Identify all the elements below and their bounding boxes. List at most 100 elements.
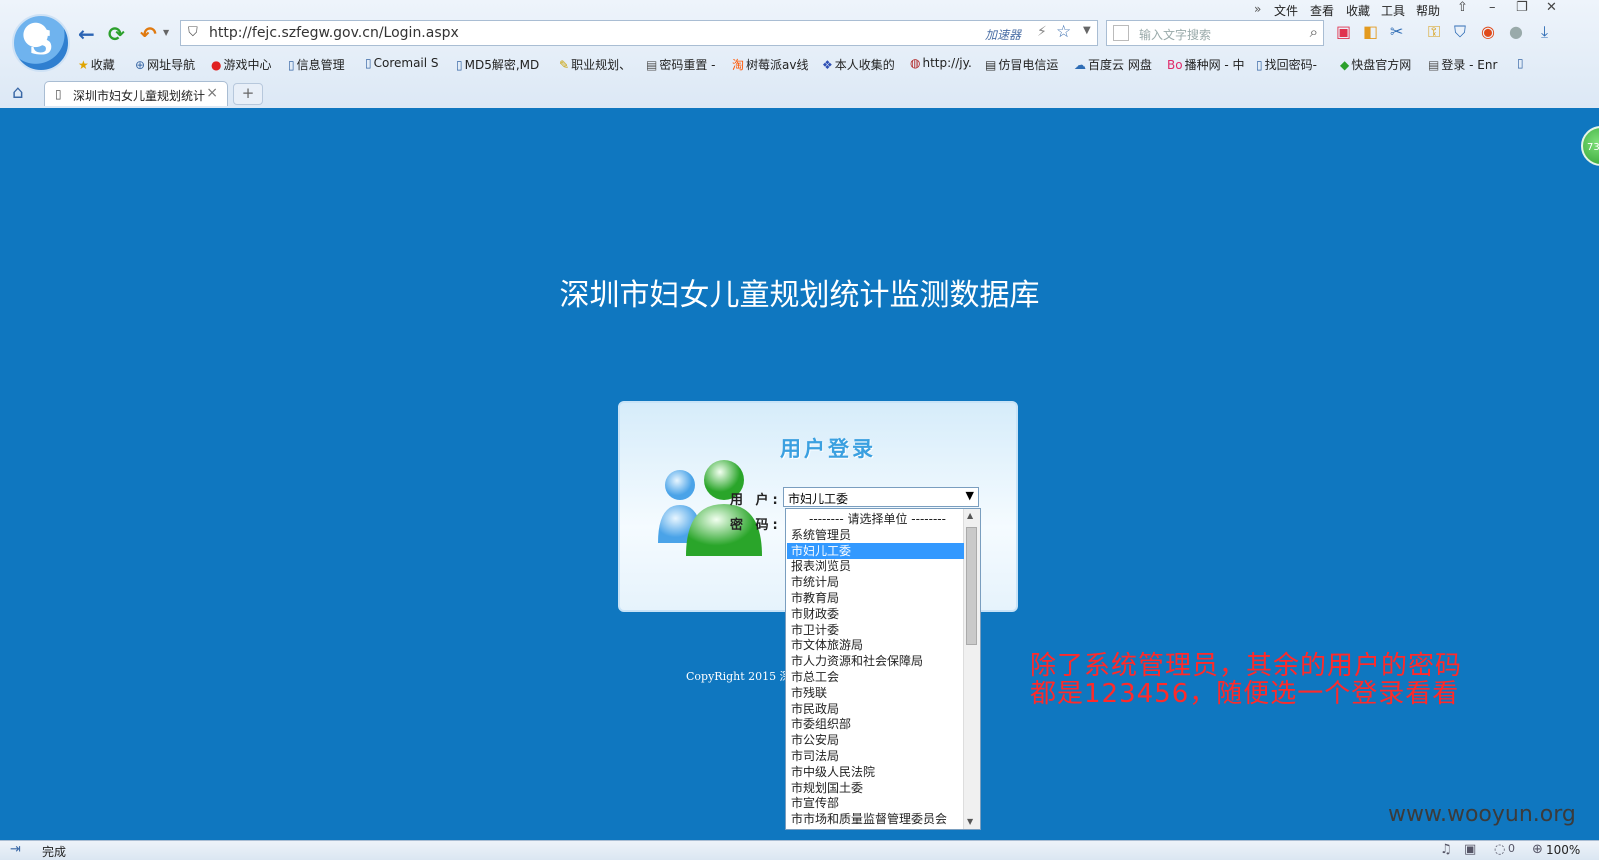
more-tools-icon[interactable]: ● xyxy=(1509,22,1523,41)
dropdown-option[interactable]: 市宣传部 xyxy=(787,795,964,811)
bookmark-item[interactable]: ▯ 找回密码- xyxy=(1256,56,1317,73)
chevron-down-icon[interactable]: ▼ xyxy=(966,489,974,502)
minimize-icon[interactable]: – xyxy=(1489,0,1496,15)
bookmark-item[interactable]: ★ 收藏 xyxy=(78,56,115,73)
bookmark-item[interactable]: ❖ 本人收集的 xyxy=(822,56,895,73)
bookmark-label: MD5解密,MD xyxy=(464,58,540,72)
dropdown-option[interactable]: -------- 请选择单位 -------- xyxy=(787,511,964,527)
shield-tool-icon[interactable]: ⛉ xyxy=(1454,22,1466,42)
bookmark-label: 职业规划、 xyxy=(571,58,632,72)
bookmark-item[interactable]: Bo 播种网 - 中 xyxy=(1167,56,1245,73)
password-label: 密 码: xyxy=(730,518,782,533)
zoom-icon[interactable]: ⊕ xyxy=(1532,842,1543,857)
address-url[interactable]: http://fejc.szfegw.gov.cn/Login.aspx xyxy=(209,25,459,41)
refresh-icon[interactable]: ⟳ xyxy=(108,22,125,46)
sound-icon[interactable]: ♫ xyxy=(1440,842,1452,857)
key-icon[interactable]: ⚿ xyxy=(1428,22,1440,42)
bookmark-item[interactable]: ◍ http://jy. xyxy=(910,56,972,70)
bookmark-overflow-icon[interactable]: ▯ xyxy=(1517,56,1526,70)
bookmark-item[interactable]: ● 游戏中心 xyxy=(211,56,272,73)
user-avatar-green-icon xyxy=(686,460,762,556)
dropdown-option[interactable]: 市卫计委 xyxy=(787,622,964,638)
dropdown-option[interactable]: 市公安局 xyxy=(787,732,964,748)
address-dropdown-icon[interactable]: ▼ xyxy=(1083,25,1091,36)
sidebar-toggle-icon[interactable]: ⇥ xyxy=(10,842,21,857)
download-icon[interactable]: ⤓ xyxy=(1541,22,1548,42)
scroll-up-icon[interactable]: ▲ xyxy=(967,511,973,520)
undo-icon[interactable]: ↶ xyxy=(140,22,157,46)
scissors-icon[interactable]: ✂ xyxy=(1390,22,1403,41)
undo-dropdown-icon[interactable]: ▼ xyxy=(163,28,169,37)
menu-file[interactable]: 文件 xyxy=(1274,2,1298,19)
dropdown-option[interactable]: 报表浏览员 xyxy=(787,558,964,574)
taobao-icon: 淘 xyxy=(732,58,745,72)
restore-icon[interactable]: ❐ xyxy=(1516,0,1528,15)
bookmark-item[interactable]: 淘树莓派av线 xyxy=(732,56,808,73)
bookmark-item[interactable]: ▤ 仿冒电信运 xyxy=(985,56,1058,73)
dropdown-option[interactable]: 市规划国土委 xyxy=(787,780,964,796)
page-title: 深圳市妇女儿童规划统计监测数据库 xyxy=(559,278,1040,313)
search-engine-icon[interactable] xyxy=(1113,25,1129,41)
menu-tools[interactable]: 工具 xyxy=(1381,2,1405,19)
bookmark-item[interactable]: ▯ MD5解密,MD xyxy=(456,56,539,73)
close-window-icon[interactable]: ✕ xyxy=(1546,0,1557,15)
scroll-down-icon[interactable]: ▼ xyxy=(967,817,973,826)
dropdown-option[interactable]: 市委组织部 xyxy=(787,716,964,732)
skin-icon[interactable]: ⇧ xyxy=(1457,0,1468,15)
user-select[interactable]: 市妇儿工委 ▼ xyxy=(783,487,979,507)
security-shield-icon: ⛉ xyxy=(188,25,198,40)
notes-tool-icon[interactable]: ◧ xyxy=(1363,22,1378,41)
bookmark-item[interactable]: ✎ 职业规划、 xyxy=(559,56,631,73)
image-icon: ▤ xyxy=(646,58,658,72)
dropdown-option[interactable]: 市文体旅游局 xyxy=(787,637,964,653)
lightning-icon[interactable]: ⚡ xyxy=(1037,24,1047,40)
address-bar[interactable]: ⛉ http://fejc.szfegw.gov.cn/Login.aspx 加… xyxy=(180,20,1098,46)
tab-active[interactable]: ▯ 深圳市妇女儿童规划统计 × xyxy=(44,81,228,106)
search-box[interactable]: 输入文字搜索 ⌕ xyxy=(1106,20,1324,46)
dropdown-option[interactable]: 市教育局 xyxy=(787,590,964,606)
menu-view[interactable]: 查看 xyxy=(1310,2,1334,19)
dropdown-option[interactable]: 市妇儿工委 xyxy=(787,542,964,559)
accelerator-button[interactable]: 加速器 xyxy=(985,26,1021,43)
weibo-icon[interactable]: ◉ xyxy=(1481,22,1495,41)
scrollbar-thumb[interactable] xyxy=(966,527,977,645)
bookmark-item[interactable]: ☁ 百度云 网盘 xyxy=(1074,56,1152,73)
side-float-badge[interactable]: 73 xyxy=(1581,126,1599,166)
dropdown-option[interactable]: 市市场和质量监督管理委员会 xyxy=(787,811,964,827)
dropdown-option[interactable]: 市中级人民法院 xyxy=(787,764,964,780)
dropdown-option[interactable]: 市民政局 xyxy=(787,701,964,717)
adblock-icon[interactable]: ◌ xyxy=(1494,842,1505,857)
menu-help[interactable]: 帮助 xyxy=(1416,2,1440,19)
dropdown-option[interactable]: 市统计局 xyxy=(787,574,964,590)
bookmark-item[interactable]: ◆ 快盘官方网 xyxy=(1340,56,1411,73)
zoom-level[interactable]: 100% xyxy=(1546,843,1580,857)
bookmark-item[interactable]: ▤ 密码重置 - xyxy=(646,56,716,73)
search-icon[interactable]: ⌕ xyxy=(1310,23,1318,41)
home-icon[interactable]: ⌂ xyxy=(12,82,23,103)
bookmark-item[interactable]: ▯ Coremail S xyxy=(365,56,439,70)
menu-favorites[interactable]: 收藏 xyxy=(1346,2,1370,19)
dropdown-option[interactable]: 市财政委 xyxy=(787,606,964,622)
user-select-value: 市妇儿工委 xyxy=(788,492,849,506)
user-select-dropdown[interactable]: ▲ ▼ -------- 请选择单位 -------- 系统管理员 市妇儿工委 报表浏… xyxy=(785,508,981,830)
back-arrow-icon[interactable]: ← xyxy=(78,22,95,46)
dropdown-option[interactable]: 系统管理员 xyxy=(787,527,964,543)
bookmark-item[interactable]: ▯ 信息管理 xyxy=(288,56,345,73)
dropdown-option[interactable]: 市人力资源和社会保障局 xyxy=(787,653,964,669)
screenshot-tool-icon[interactable]: ▣ xyxy=(1336,22,1351,41)
more-chevron-icon[interactable]: » xyxy=(1254,2,1261,16)
browser-logo-icon[interactable]: S xyxy=(12,14,70,72)
close-tab-icon[interactable]: × xyxy=(206,85,218,101)
screen-icon[interactable]: ▣ xyxy=(1464,842,1476,857)
dropdown-option[interactable]: 市残联 xyxy=(787,685,964,701)
bookmark-item[interactable]: ▤ 登录 - Enr xyxy=(1428,56,1497,73)
dropdown-option[interactable]: 市总工会 xyxy=(787,669,964,685)
search-placeholder[interactable]: 输入文字搜索 xyxy=(1139,26,1211,43)
dropdown-option[interactable]: 市司法局 xyxy=(787,748,964,764)
bookmark-item[interactable]: ⊕ 网址导航 xyxy=(135,56,195,73)
dropdown-scrollbar[interactable]: ▲ ▼ xyxy=(963,509,980,829)
new-tab-button[interactable]: + xyxy=(233,83,263,105)
bookmark-label: 快盘官方网 xyxy=(1351,58,1412,72)
tab-title: 深圳市妇女儿童规划统计 xyxy=(73,89,206,103)
favorite-star-icon[interactable]: ☆ xyxy=(1056,22,1071,42)
